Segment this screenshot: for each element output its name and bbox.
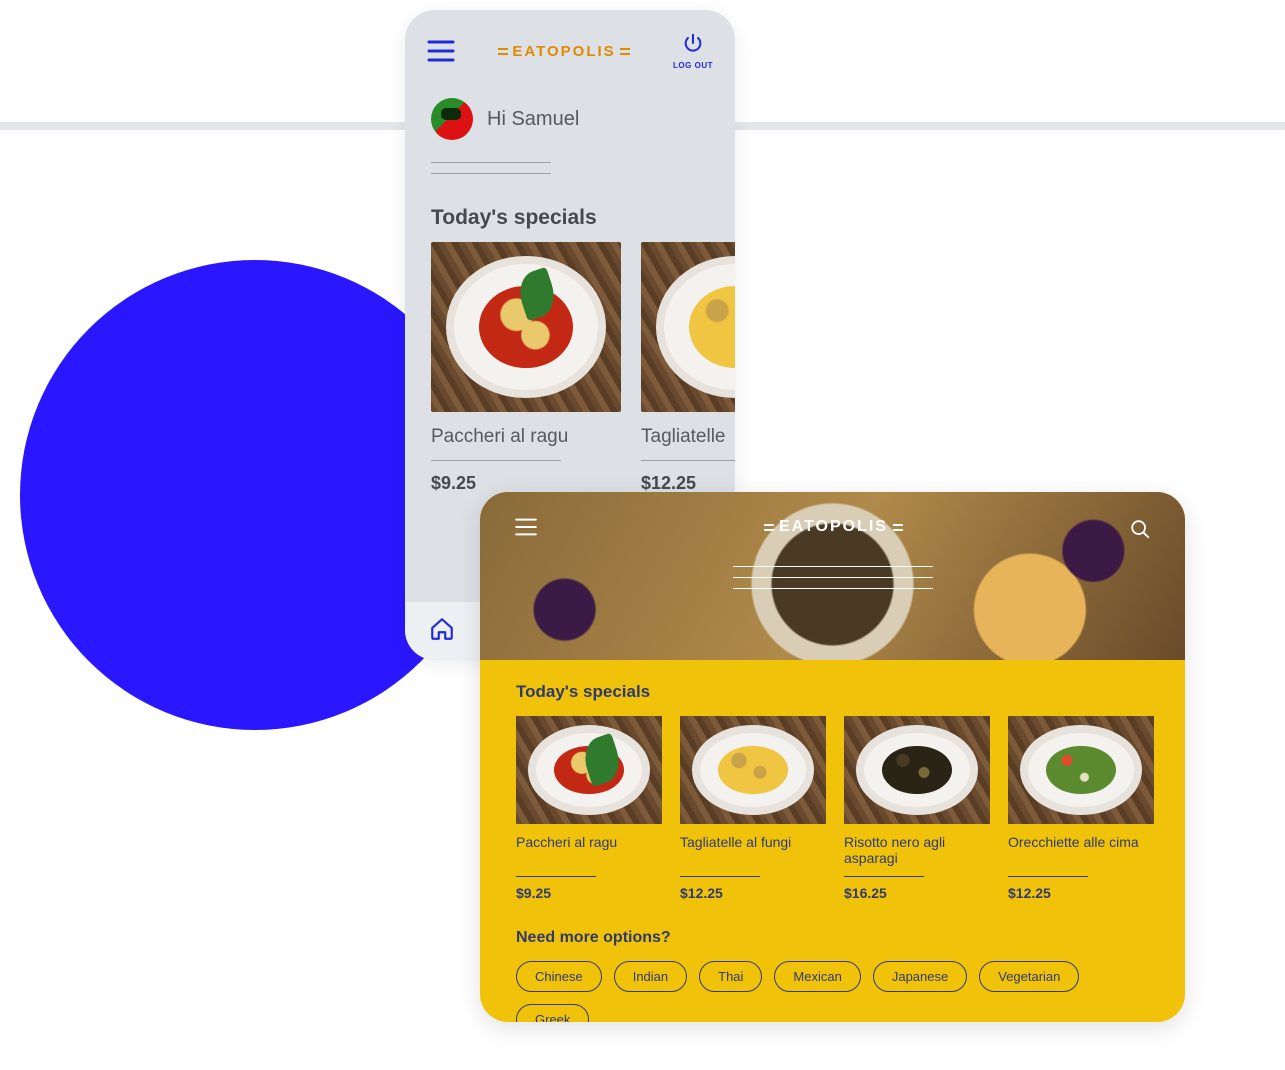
dish-name: Tagliatelle xyxy=(641,426,735,448)
cuisine-chip[interactable]: Greek xyxy=(516,1004,589,1022)
special-card[interactable]: Risotto nero agli asparagi $16.25 xyxy=(844,716,990,901)
section-title: Today's specials xyxy=(516,682,1149,702)
brand-text: EATOPOLIS xyxy=(512,43,615,60)
brand-text: EATOPOLIS xyxy=(779,518,888,536)
logout-button[interactable]: LOG OUT xyxy=(673,32,713,70)
specials-carousel[interactable]: Paccheri al ragu $9.25 Tagliatelle $12.2… xyxy=(405,242,735,494)
menu-icon[interactable] xyxy=(514,518,538,541)
dish-image xyxy=(431,242,621,412)
cuisine-chip[interactable]: Indian xyxy=(614,961,687,992)
cuisine-chip[interactable]: Mexican xyxy=(774,961,860,992)
brand-decoration-icon xyxy=(764,524,774,531)
card-divider xyxy=(844,876,924,877)
dish-image xyxy=(844,716,990,824)
card-divider xyxy=(516,876,596,877)
dish-name: Paccheri al ragu xyxy=(516,834,662,868)
dish-price: $9.25 xyxy=(516,885,662,901)
dish-price: $12.25 xyxy=(1008,885,1154,901)
hero-image: EATOPOLIS xyxy=(480,492,1185,660)
dish-price: $12.25 xyxy=(641,473,735,494)
greeting-text: Hi Samuel xyxy=(487,108,579,131)
dish-image xyxy=(516,716,662,824)
dish-price: $16.25 xyxy=(844,885,990,901)
dish-name: Tagliatelle al fungi xyxy=(680,834,826,868)
dish-name: Paccheri al ragu xyxy=(431,426,621,448)
cuisine-chips: Chinese Indian Thai Mexican Japanese Veg… xyxy=(516,961,1149,1022)
options-section: Need more options? Chinese Indian Thai M… xyxy=(516,929,1149,1022)
mobile-header: EATOPOLIS LOG OUT xyxy=(405,10,735,80)
card-divider xyxy=(641,460,735,461)
hero-lines xyxy=(733,556,933,599)
special-card[interactable]: Paccheri al ragu $9.25 xyxy=(431,242,621,494)
dish-image xyxy=(1008,716,1154,824)
tablet-header: EATOPOLIS xyxy=(480,492,1185,545)
tablet-screen: EATOPOLIS Today's specials Paccheri al r… xyxy=(480,492,1185,1022)
special-card[interactable]: Tagliatelle $12.25 xyxy=(641,242,735,494)
special-card[interactable]: Tagliatelle al fungi $12.25 xyxy=(680,716,826,901)
cuisine-chip[interactable]: Chinese xyxy=(516,961,602,992)
cuisine-chip[interactable]: Thai xyxy=(699,961,762,992)
brand-logo: EATOPOLIS xyxy=(498,43,629,60)
brand-decoration-icon xyxy=(620,48,630,55)
specials-row: Paccheri al ragu $9.25 Tagliatelle al fu… xyxy=(516,716,1149,901)
dish-price: $9.25 xyxy=(431,473,621,494)
special-card[interactable]: Paccheri al ragu $9.25 xyxy=(516,716,662,901)
home-icon[interactable] xyxy=(429,616,455,647)
card-divider xyxy=(431,460,561,461)
options-title: Need more options? xyxy=(516,929,1149,947)
power-icon xyxy=(682,32,704,54)
cuisine-chip[interactable]: Vegetarian xyxy=(979,961,1079,992)
card-divider xyxy=(680,876,760,877)
section-title: Today's specials xyxy=(405,184,735,242)
greeting-row: Hi Samuel xyxy=(405,80,735,152)
dish-image xyxy=(641,242,735,412)
tablet-body: Today's specials Paccheri al ragu $9.25 … xyxy=(480,660,1185,1022)
dish-image xyxy=(680,716,826,824)
menu-icon[interactable] xyxy=(427,40,455,62)
search-icon[interactable] xyxy=(1129,518,1151,545)
cuisine-chip[interactable]: Japanese xyxy=(873,961,967,992)
brand-logo: EATOPOLIS xyxy=(538,518,1129,536)
dish-name: Risotto nero agli asparagi xyxy=(844,834,990,868)
dish-price: $12.25 xyxy=(680,885,826,901)
brand-decoration-icon xyxy=(498,48,508,55)
card-divider xyxy=(1008,876,1088,877)
special-card[interactable]: Orecchiette alle cima $12.25 xyxy=(1008,716,1154,901)
greeting-lines xyxy=(405,162,735,174)
logout-label: LOG OUT xyxy=(673,61,713,70)
dish-name: Orecchiette alle cima xyxy=(1008,834,1154,868)
avatar[interactable] xyxy=(431,98,473,140)
brand-decoration-icon xyxy=(893,524,903,531)
